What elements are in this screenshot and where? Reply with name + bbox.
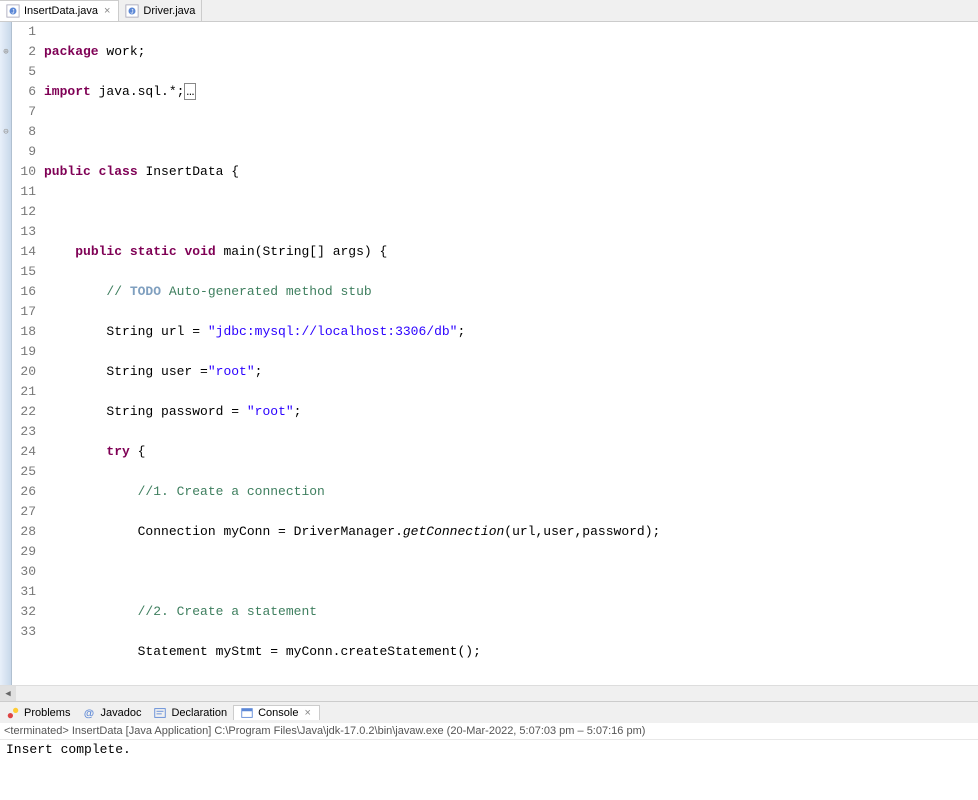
code-line[interactable]: [40, 562, 978, 582]
console-icon: [240, 706, 254, 720]
line-number: 11: [12, 182, 36, 202]
line-number: 7: [12, 102, 36, 122]
scroll-left-icon[interactable]: ◀: [0, 686, 16, 702]
code-line[interactable]: String password = "root";: [40, 402, 978, 422]
tab-label: InsertData.java: [24, 5, 98, 17]
line-number: 9: [12, 142, 36, 162]
bottom-panel-tabs: Problems @ Javadoc Declaration Console ×: [0, 701, 978, 723]
code-line[interactable]: //2. Create a statement: [40, 602, 978, 622]
code-line[interactable]: try {: [40, 442, 978, 462]
expand-marker-icon[interactable]: ⊕: [0, 42, 12, 62]
line-number: 18: [12, 322, 36, 342]
tab-label: Console: [258, 707, 298, 719]
code-line[interactable]: Connection myConn = DriverManager.getCon…: [40, 522, 978, 542]
collapse-marker-icon[interactable]: ⊖: [0, 122, 12, 142]
code-line[interactable]: // TODO Auto-generated method stub: [40, 282, 978, 302]
line-number: 14: [12, 242, 36, 262]
code-line[interactable]: [40, 122, 978, 142]
line-number: 20: [12, 362, 36, 382]
line-number: 27: [12, 502, 36, 522]
code-line[interactable]: String url = "jdbc:mysql://localhost:330…: [40, 322, 978, 342]
line-number: 17: [12, 302, 36, 322]
tab-label: Declaration: [171, 707, 227, 719]
line-number: 26: [12, 482, 36, 502]
tab-problems[interactable]: Problems: [0, 706, 76, 720]
console-output[interactable]: Insert complete.: [0, 740, 978, 800]
line-number: 10: [12, 162, 36, 182]
console-status: <terminated> InsertData [Java Applicatio…: [0, 723, 978, 740]
tab-driver[interactable]: J Driver.java: [119, 0, 202, 21]
code-line[interactable]: [40, 202, 978, 222]
code-line[interactable]: public class InsertData {: [40, 162, 978, 182]
line-number: 29: [12, 542, 36, 562]
line-number: 25: [12, 462, 36, 482]
line-number: 1: [12, 22, 36, 42]
line-number: 30: [12, 562, 36, 582]
declaration-icon: [153, 706, 167, 720]
line-number: 21: [12, 382, 36, 402]
tab-label: Driver.java: [143, 5, 195, 17]
code-line[interactable]: package work;: [40, 42, 978, 62]
tab-console[interactable]: Console ×: [233, 705, 320, 720]
code-line[interactable]: import java.sql.*;…: [40, 82, 978, 102]
line-number: 23: [12, 422, 36, 442]
line-number: ⊕2: [12, 42, 36, 62]
svg-text:@: @: [84, 707, 94, 719]
code-line[interactable]: public static void main(String[] args) {: [40, 242, 978, 262]
close-icon[interactable]: ×: [302, 707, 312, 719]
line-number: 15: [12, 262, 36, 282]
code-line[interactable]: //1. Create a connection: [40, 482, 978, 502]
tab-declaration[interactable]: Declaration: [147, 706, 233, 720]
java-file-icon: J: [125, 4, 139, 18]
line-number: 31: [12, 582, 36, 602]
tab-label: Javadoc: [100, 707, 141, 719]
line-number: 24: [12, 442, 36, 462]
line-number: 22: [12, 402, 36, 422]
java-file-icon: J: [6, 4, 20, 18]
line-number: 16: [12, 282, 36, 302]
line-number-gutter: 1 ⊕2 5 6 7 ⊖8 9 10 11 12 13 14 15 16 17 …: [12, 22, 40, 685]
problems-icon: [6, 706, 20, 720]
svg-text:J: J: [131, 8, 134, 15]
code-line[interactable]: [40, 682, 978, 685]
line-number: 5: [12, 62, 36, 82]
editor-tabs: J InsertData.java × J Driver.java: [0, 0, 978, 22]
line-number: 19: [12, 342, 36, 362]
line-number: 12: [12, 202, 36, 222]
code-line[interactable]: Statement myStmt = myConn.createStatemen…: [40, 642, 978, 662]
svg-text:J: J: [11, 9, 14, 16]
code-area[interactable]: package work; import java.sql.*;… public…: [40, 22, 978, 685]
close-icon[interactable]: ×: [102, 5, 112, 17]
code-editor[interactable]: 1 ⊕2 5 6 7 ⊖8 9 10 11 12 13 14 15 16 17 …: [0, 22, 978, 685]
javadoc-icon: @: [82, 706, 96, 720]
horizontal-scrollbar[interactable]: ◀: [0, 685, 978, 701]
line-number: 32: [12, 602, 36, 622]
tab-insertdata[interactable]: J InsertData.java ×: [0, 0, 119, 21]
code-line[interactable]: String user ="root";: [40, 362, 978, 382]
line-number: 13: [12, 222, 36, 242]
line-number: 28: [12, 522, 36, 542]
tab-label: Problems: [24, 707, 70, 719]
line-number: 33: [12, 622, 36, 642]
line-number: 6: [12, 82, 36, 102]
tab-javadoc[interactable]: @ Javadoc: [76, 706, 147, 720]
line-number: ⊖8: [12, 122, 36, 142]
